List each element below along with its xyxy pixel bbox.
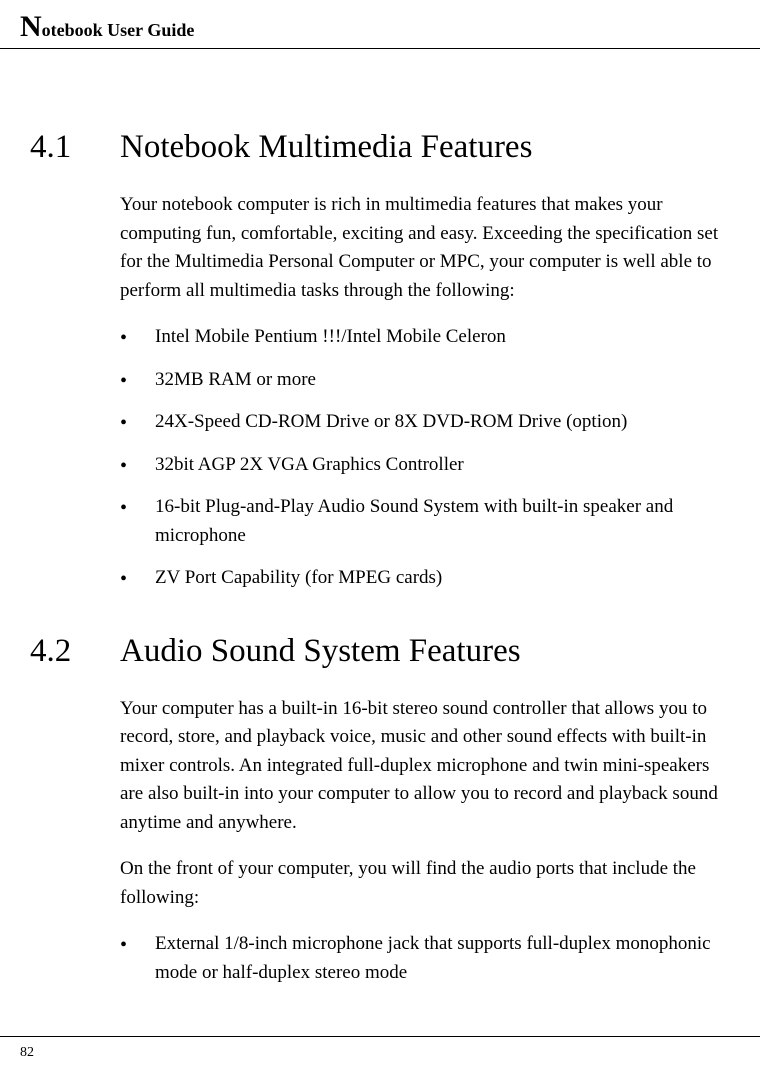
section-title: Notebook Multimedia Features (120, 129, 730, 166)
page-number: 82 (20, 1045, 34, 1060)
section-number: 4.1 (30, 129, 120, 166)
section-heading-4-2: 4.2 Audio Sound System Features (30, 633, 730, 670)
page-footer: 82 (0, 1036, 760, 1061)
body-paragraph: On the front of your computer, you will … (120, 855, 730, 912)
bullet-list-4-2: External 1/8-inch microphone jack that s… (120, 930, 730, 987)
list-item: External 1/8-inch microphone jack that s… (120, 930, 730, 987)
body-paragraph: Your notebook computer is rich in multim… (120, 191, 730, 305)
section-heading-4-1: 4.1 Notebook Multimedia Features (30, 129, 730, 166)
list-item: ZV Port Capability (for MPEG cards) (120, 564, 730, 593)
list-item: 32bit AGP 2X VGA Graphics Controller (120, 451, 730, 480)
section-title: Audio Sound System Features (120, 633, 730, 670)
list-item: 32MB RAM or more (120, 366, 730, 395)
page-content: 4.1 Notebook Multimedia Features Your no… (0, 129, 760, 987)
list-item: Intel Mobile Pentium !!!/Intel Mobile Ce… (120, 323, 730, 352)
section-number: 4.2 (30, 633, 120, 670)
header-title: otebook User Guide (42, 20, 195, 40)
header-dropcap: N (20, 10, 42, 43)
bullet-list-4-1: Intel Mobile Pentium !!!/Intel Mobile Ce… (120, 323, 730, 593)
page-header: Notebook User Guide (0, 0, 760, 49)
list-item: 24X-Speed CD-ROM Drive or 8X DVD-ROM Dri… (120, 408, 730, 437)
list-item: 16-bit Plug-and-Play Audio Sound System … (120, 493, 730, 550)
body-paragraph: Your computer has a built-in 16-bit ster… (120, 695, 730, 838)
